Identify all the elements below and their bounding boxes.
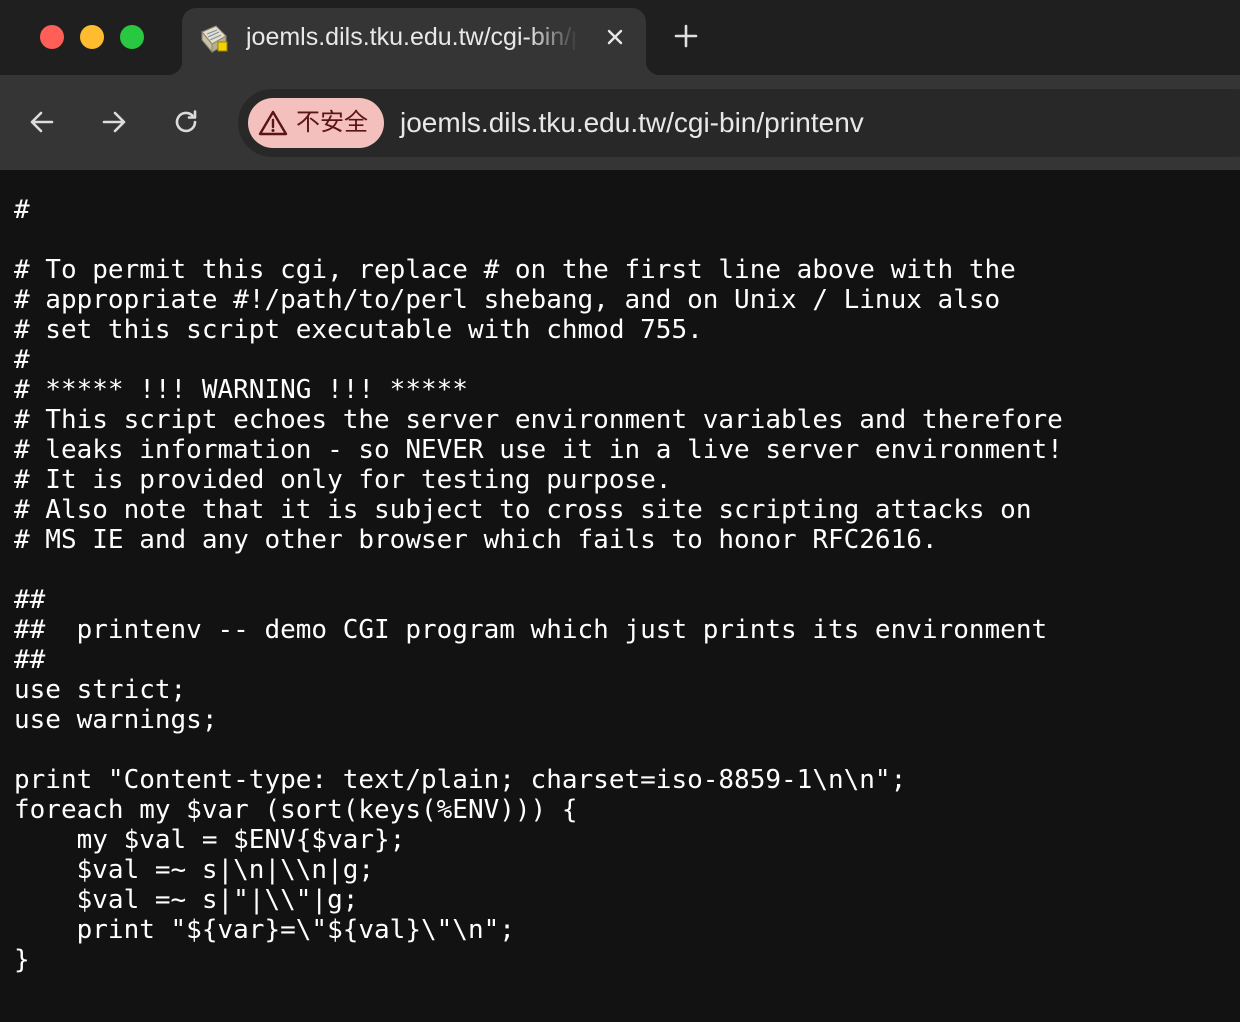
file-document-icon [201,25,228,54]
code-line: foreach my $var (sort(keys(%ENV))) { [14,795,578,825]
code-line: # Also note that it is subject to cross … [14,495,1032,525]
reload-icon[interactable] [168,104,204,140]
code-line: # appropriate #!/path/to/perl shebang, a… [14,285,1001,315]
code-line: # [14,195,30,225]
code-line: # ***** !!! WARNING !!! ***** [14,375,468,405]
code-line: print "Content-type: text/plain; charset… [14,765,907,795]
browser-tab[interactable]: joemls.dils.tku.edu.tw/cgi-bin/printenv [168,8,660,75]
code-line: } [14,945,30,975]
code-line: ## [14,585,46,615]
code-line: use strict; [14,675,187,705]
browser-toolbar: 不安全 joemls.dils.tku.edu.tw/cgi-bin/print… [0,75,1240,170]
tab-title: joemls.dils.tku.edu.tw/cgi-bin/printenv [246,23,578,51]
address-bar[interactable]: 不安全 joemls.dils.tku.edu.tw/cgi-bin/print… [238,89,1240,157]
window-minimize-button[interactable] [80,25,104,49]
back-arrow-icon[interactable] [24,104,60,140]
code-line: ## [14,645,46,675]
code-line: $val =~ s|\n|\\n|g; [14,855,375,885]
code-line: print "${var}=\"${val}\"\n"; [14,915,515,945]
code-line: # [14,345,30,375]
security-label: 不安全 [296,109,368,136]
page-content: # # To permit this cgi, replace # on the … [0,170,1240,1022]
url-text[interactable]: joemls.dils.tku.edu.tw/cgi-bin/printenv [400,107,864,139]
close-icon[interactable] [602,24,628,50]
code-line: # set this script executable with chmod … [14,315,703,345]
title-bar: joemls.dils.tku.edu.tw/cgi-bin/printenv [0,0,1240,75]
window-close-button[interactable] [40,25,64,49]
code-line: # MS IE and any other browser which fail… [14,525,938,555]
new-tab-icon[interactable] [670,20,702,52]
window-zoom-button[interactable] [120,25,144,49]
forward-arrow-icon[interactable] [96,104,132,140]
code-line: my $val = $ENV{$var}; [14,825,406,855]
code-line: # It is provided only for testing purpos… [14,465,672,495]
code-line: $val =~ s|"|\\"|g; [14,885,359,915]
source-code: # # To permit this cgi, replace # on the … [14,195,1063,975]
code-line: # This script echoes the server environm… [14,405,1063,435]
code-line: ## printenv -- demo CGI program which ju… [14,615,1048,645]
warning-icon [258,110,288,136]
code-line: use warnings; [14,705,218,735]
code-line: # To permit this cgi, replace # on the f… [14,255,1016,285]
code-line: # leaks information - so NEVER use it in… [14,435,1063,465]
security-chip[interactable]: 不安全 [248,98,384,148]
